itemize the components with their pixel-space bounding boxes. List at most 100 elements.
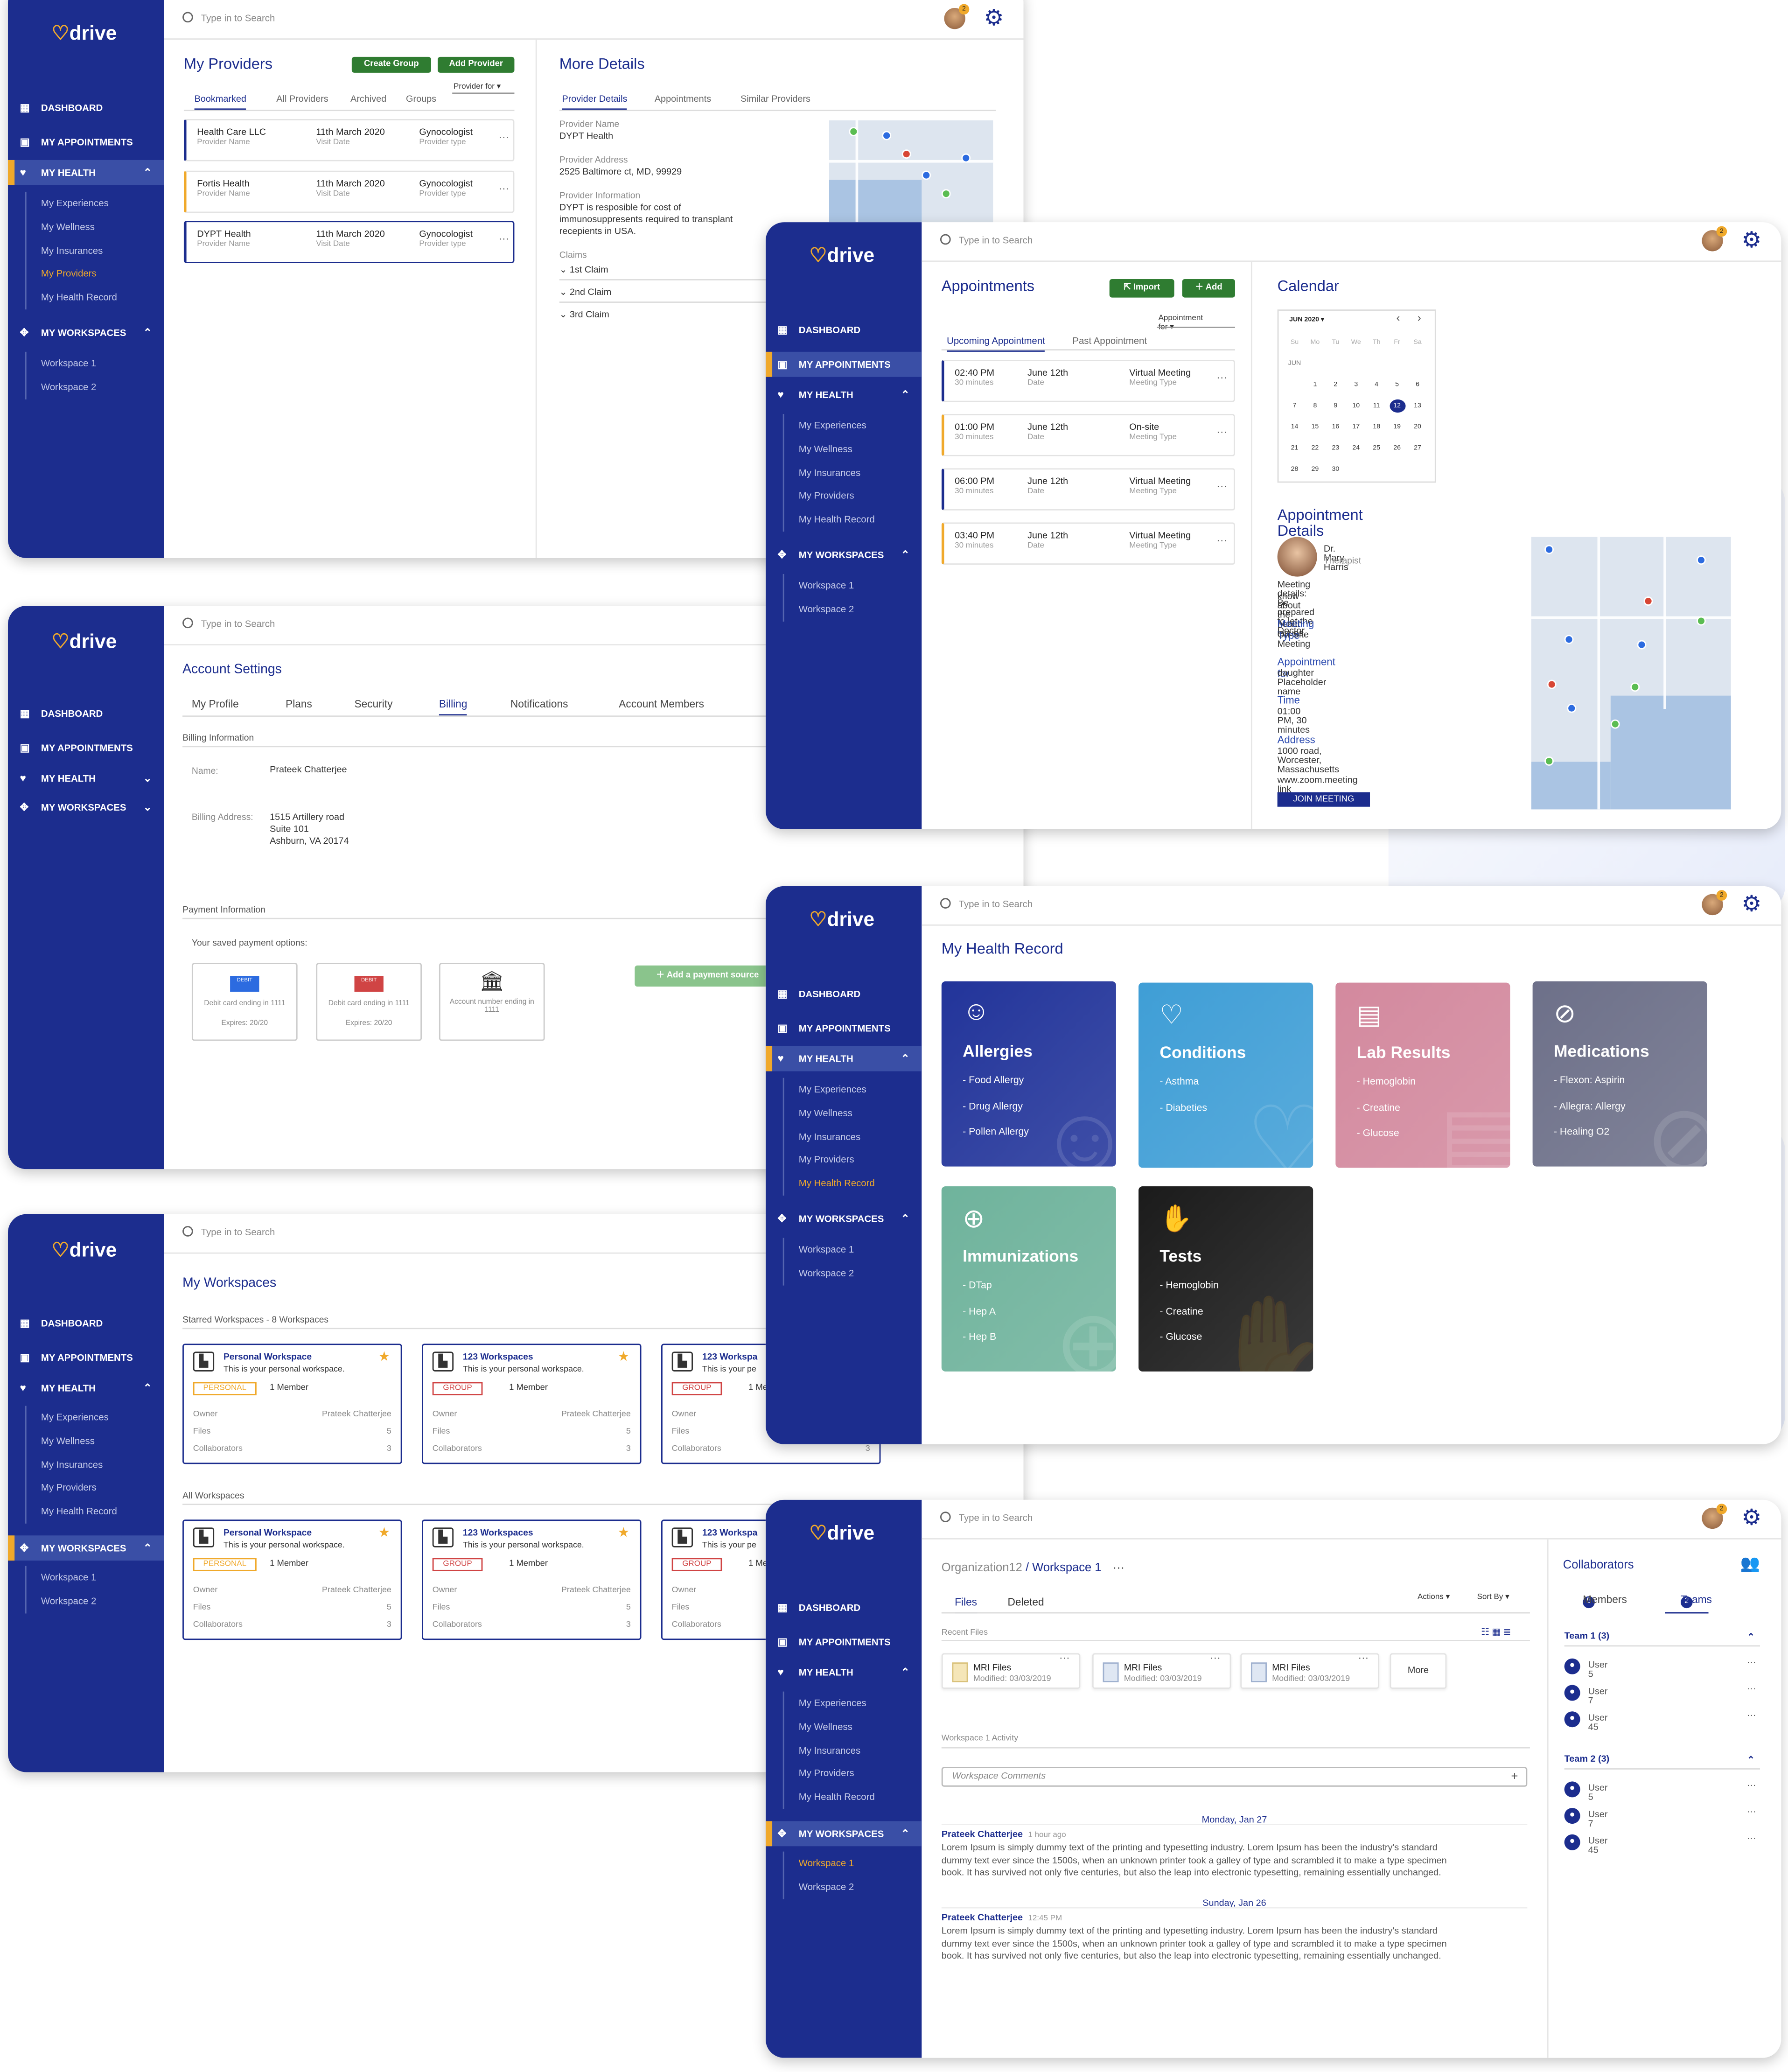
nav-insurances[interactable]: My Insurances: [784, 461, 915, 484]
nav-wellness[interactable]: My Wellness: [784, 437, 915, 461]
appointment-card[interactable]: 01:00 PM 30 minutes June 12th Date On-site Me…: [941, 414, 1235, 456]
tab-groups[interactable]: Groups: [406, 95, 436, 105]
appointment-card[interactable]: 06:00 PM 30 minutes June 12th Date Virtual M…: [941, 468, 1235, 511]
appointment-card[interactable]: 03:40 PM 30 minutes June 12th Date Virtual M…: [941, 522, 1235, 565]
avatar[interactable]: 2: [944, 4, 970, 29]
nav-workspaces[interactable]: ✥ MY WORKSPACES ⌃: [765, 1821, 922, 1847]
payment-card[interactable]: DEBIT Debit card ending in 1111 Expires:…: [191, 963, 298, 1041]
nav-dashboard[interactable]: ▦ DASHBOARD: [766, 317, 922, 343]
more-icon[interactable]: ···: [1216, 426, 1227, 438]
tab-appointments[interactable]: Appointments: [655, 95, 711, 105]
nav-appointments[interactable]: ▣ MY APPOINTMENTS: [766, 1016, 922, 1041]
appointment-card[interactable]: 02:40 PM 30 minutes June 12th Date Virtual M…: [941, 359, 1235, 402]
calendar-day[interactable]: 13: [1407, 399, 1428, 413]
nav-health[interactable]: ♥ MY HEALTH ⌃: [8, 160, 164, 185]
calendar-month[interactable]: JUN 2020 ▾: [1289, 316, 1324, 324]
calendar-day[interactable]: 10: [1346, 399, 1367, 413]
nav-health[interactable]: ♥ MY HEALTH ⌃: [766, 1660, 922, 1685]
appointment-map[interactable]: [1531, 537, 1731, 810]
calendar-day[interactable]: 30: [1325, 463, 1346, 476]
calendar-day[interactable]: 5: [1386, 378, 1407, 392]
nav-workspace-2[interactable]: Workspace 2: [784, 1261, 915, 1285]
health-tile[interactable]: ▤ ▤ Lab Results - Hemoglobin - Creatine - Glu…: [1335, 982, 1510, 1168]
nav-workspace-1[interactable]: Workspace 1: [784, 574, 915, 597]
chevron-right-icon[interactable]: ›: [1418, 312, 1421, 324]
nav-appointments[interactable]: ▣ MY APPOINTMENTS: [8, 1345, 164, 1370]
payment-card[interactable]: 🏛 Account number ending in 1111: [439, 963, 545, 1041]
nav-wellness[interactable]: My Wellness: [27, 1429, 158, 1453]
comment-input[interactable]: Workspace Comments +: [941, 1767, 1528, 1787]
search-input[interactable]: Type in to Search: [940, 898, 1033, 910]
nav-health-record[interactable]: My Health Record: [784, 1785, 915, 1809]
tab-plans[interactable]: Plans: [286, 698, 312, 710]
calendar-day[interactable]: 22: [1305, 442, 1326, 455]
calendar-day[interactable]: 24: [1346, 442, 1367, 455]
payment-card[interactable]: DEBIT Debit card ending in 1111 Expires:…: [316, 963, 422, 1041]
nav-providers[interactable]: My Providers: [784, 1148, 915, 1172]
calendar-day[interactable]: 16: [1325, 420, 1346, 434]
more-icon[interactable]: ···: [1747, 1781, 1756, 1791]
add-provider-button[interactable]: Add Provider: [438, 56, 515, 73]
calendar-day[interactable]: 4: [1366, 378, 1387, 392]
avatar[interactable]: 2: [1702, 890, 1727, 916]
search-input[interactable]: Type in to Search: [940, 1512, 1033, 1524]
nav-dashboard[interactable]: ▦ DASHBOARD: [8, 95, 164, 120]
calendar-day[interactable]: 21: [1284, 442, 1305, 455]
tab-my-profile[interactable]: My Profile: [192, 698, 239, 710]
calendar-day[interactable]: 18: [1366, 420, 1387, 434]
calendar-day[interactable]: 15: [1305, 420, 1326, 434]
calendar-day[interactable]: 6: [1407, 378, 1428, 392]
health-tile[interactable]: ✋ ✋ Tests - Hemoglobin - Creatine - Glucose: [1138, 1186, 1313, 1372]
nav-appointments[interactable]: ▣ MY APPOINTMENTS: [765, 351, 922, 377]
star-icon[interactable]: ★: [378, 1351, 390, 1365]
nav-health[interactable]: ♥ MY HEALTH ⌃: [765, 1046, 922, 1071]
calendar-day[interactable]: 8: [1305, 399, 1326, 413]
nav-wellness[interactable]: My Wellness: [784, 1101, 915, 1125]
tab-deleted[interactable]: Deleted: [1008, 1596, 1044, 1609]
nav-appointments[interactable]: ▣ MY APPOINTMENTS: [766, 1629, 922, 1654]
nav-health[interactable]: ♥ MY HEALTH ⌃: [766, 382, 922, 407]
more-icon[interactable]: ···: [1747, 1685, 1756, 1694]
workspace-card[interactable]: ▙ 123 Workspaces This is your personal wor…: [422, 1344, 642, 1464]
search-input[interactable]: Type in to Search: [940, 234, 1033, 246]
sort-select[interactable]: Sort By ▾: [1477, 1592, 1509, 1602]
gear-icon[interactable]: ⚙: [984, 5, 1004, 32]
nav-appointments[interactable]: ▣ MY APPOINTMENTS: [8, 130, 164, 155]
nav-insurances[interactable]: My Insurances: [27, 239, 158, 262]
nav-health[interactable]: ♥ MY HEALTH ⌃: [8, 1375, 164, 1400]
nav-providers[interactable]: My Providers: [784, 1762, 915, 1785]
team-header[interactable]: Team 1 (3) ⌃: [1564, 1632, 1760, 1647]
file-card[interactable]: MRI Files Modified: 03/03/2019 ···: [941, 1652, 1081, 1689]
tab-archived[interactable]: Archived: [350, 95, 386, 105]
calendar-day[interactable]: 27: [1407, 442, 1428, 455]
claim-item[interactable]: ⌄ 3rd Claim: [559, 309, 609, 320]
health-tile[interactable]: ⊘ ⊘ Medications - Flexon: Aspirin - Allegra:…: [1532, 981, 1707, 1167]
nav-health-record[interactable]: My Health Record: [784, 1172, 915, 1195]
provider-for-select[interactable]: Provider for ▾: [454, 82, 501, 91]
nav-workspace-1[interactable]: Workspace 1: [784, 1852, 915, 1875]
calendar-day[interactable]: 2: [1325, 378, 1346, 392]
tab-similar-providers[interactable]: Similar Providers: [740, 95, 810, 105]
nav-insurances[interactable]: My Insurances: [784, 1739, 915, 1762]
calendar-day[interactable]: 1: [1305, 378, 1326, 392]
nav-appointments[interactable]: ▣ MY APPOINTMENTS: [8, 735, 164, 761]
nav-experiences[interactable]: My Experiences: [784, 1078, 915, 1101]
more-icon[interactable]: ···: [1059, 1652, 1070, 1664]
more-icon[interactable]: ···: [498, 131, 509, 143]
nav-providers[interactable]: My Providers: [27, 262, 158, 286]
nav-providers[interactable]: My Providers: [784, 484, 915, 508]
tab-teams[interactable]: Teams 2: [1665, 1594, 1712, 1614]
nav-workspace-1[interactable]: Workspace 1: [784, 1238, 915, 1261]
tab-past[interactable]: Past Appointment: [1072, 335, 1147, 347]
nav-workspaces[interactable]: ✥ MY WORKSPACES ⌃: [766, 1206, 922, 1232]
health-tile[interactable]: ☺ ☺ Allergies - Food Allergy - Drug Allergy -…: [941, 981, 1116, 1167]
nav-dashboard[interactable]: ▦ DASHBOARD: [8, 1310, 164, 1336]
tab-bookmarked[interactable]: Bookmarked: [194, 95, 246, 110]
more-icon[interactable]: ···: [1216, 534, 1227, 546]
nav-workspace-2[interactable]: Workspace 2: [27, 375, 158, 399]
gear-icon[interactable]: ⚙: [1741, 1505, 1761, 1532]
avatar[interactable]: 2: [1702, 226, 1727, 252]
nav-workspaces[interactable]: ✥ MY WORKSPACES ⌄: [8, 795, 164, 820]
calendar-day[interactable]: 26: [1386, 442, 1407, 455]
calendar-day[interactable]: 25: [1366, 442, 1387, 455]
